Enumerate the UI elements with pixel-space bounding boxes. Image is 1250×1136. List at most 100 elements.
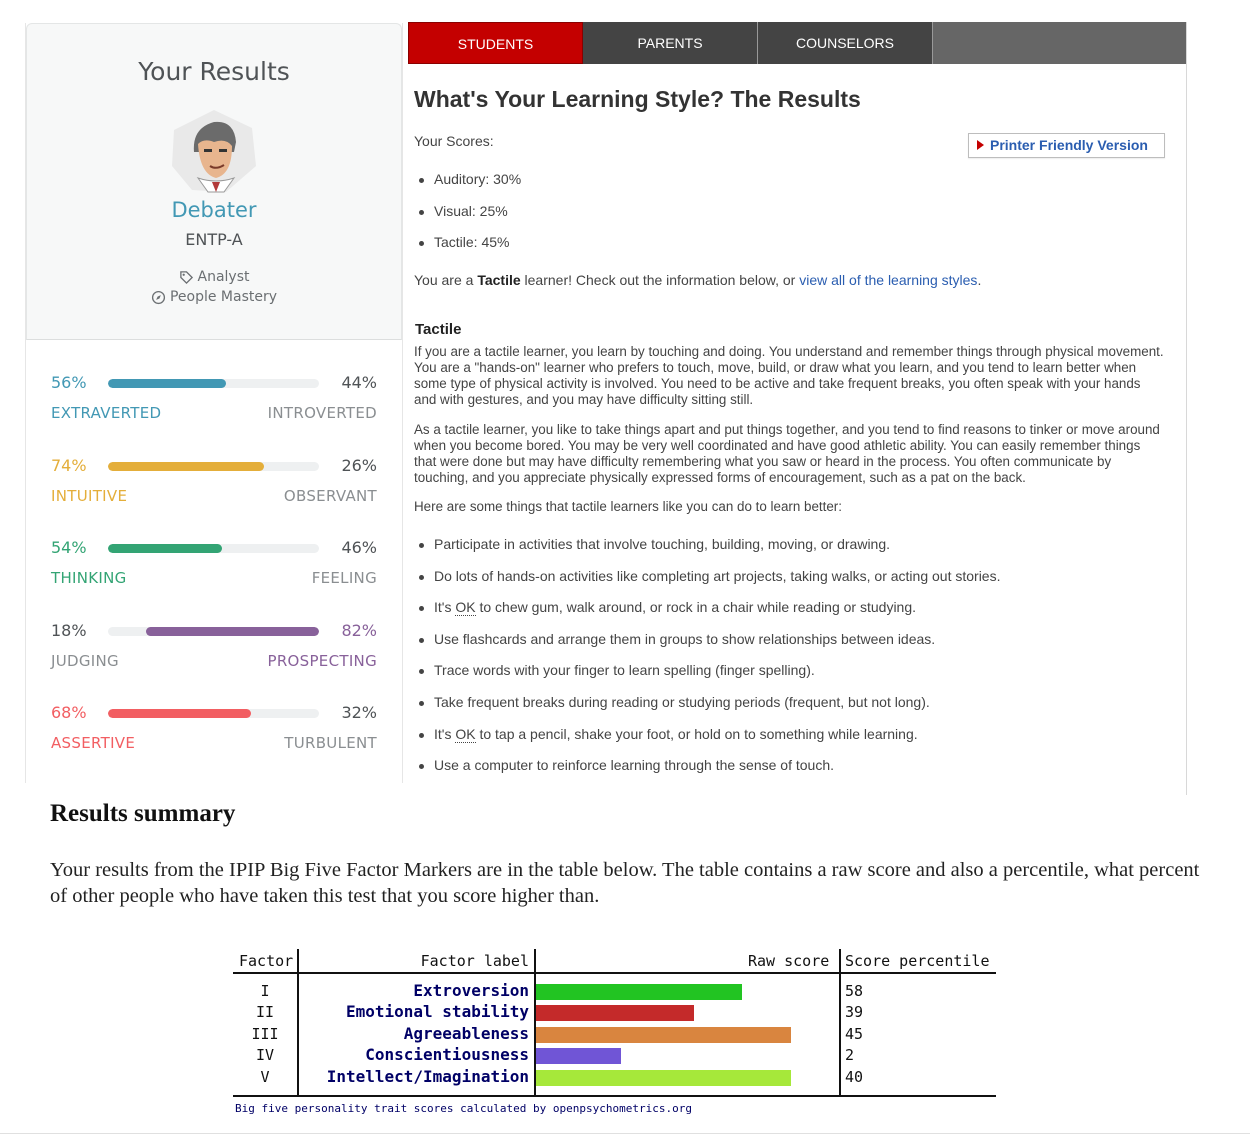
list-item: Trace words with your finger to learn sp… (418, 662, 1000, 694)
raw-score-bar (536, 1026, 791, 1043)
description-paragraph: As a tactile learner, you like to take t… (414, 422, 1160, 485)
trait-row: 68% 32% ASSERTIVE TURBULENT (51, 670, 377, 753)
trait-bar-fill (108, 544, 222, 553)
role-label: Analyst (197, 269, 250, 285)
column-header-raw-score: Raw score (748, 952, 830, 970)
learning-style-panel: STUDENTS PARENTS COUNSELORS What's Your … (408, 22, 1187, 795)
printer-friendly-label: Printer Friendly Version (990, 137, 1148, 153)
ok-abbreviation: OK (455, 725, 476, 743)
big-five-factor-table: Factor Factor label Raw score Score perc… (233, 949, 996, 1119)
factor-label: Intellect/Imagination (326, 1066, 529, 1086)
scores-label: Your Scores: (414, 133, 494, 149)
score-list: Auditory: 30% Visual: 25% Tactile: 45% (418, 171, 521, 266)
tab-counselors[interactable]: COUNSELORS (758, 22, 933, 64)
score-percentile: 39 (845, 1003, 864, 1022)
factor-number: II (255, 1003, 275, 1022)
trait-left-percent: 54% (51, 538, 87, 557)
strategy-label: People Mastery (169, 289, 278, 305)
raw-score-bar (536, 984, 742, 1000)
trait-right-label: TURBULENT (284, 734, 377, 752)
trait-bar-track (108, 379, 319, 388)
chart-footnote: Big five personality trait scores calcul… (235, 1102, 692, 1115)
trait-row: 18% 82% JUDGING PROSPECTING (51, 588, 377, 671)
list-item: Do lots of hands-on activities like comp… (418, 568, 1000, 600)
score-percentile: 40 (845, 1067, 864, 1086)
strategy-row: People Mastery (27, 289, 401, 305)
trait-row: 74% 26% INTUITIVE OBSERVANT (51, 423, 377, 506)
ok-abbreviation: OK (455, 599, 476, 617)
profile-header: Your Results Debater ENTP-A Analyst Peop… (26, 23, 402, 340)
trait-left-label: INTUITIVE (51, 486, 128, 505)
learner-suffix: . (977, 272, 982, 288)
learner-type: Tactile (477, 272, 521, 288)
trait-bar-track (108, 461, 319, 471)
tip-text: It's (434, 725, 456, 742)
tab-parents[interactable]: PARENTS (583, 22, 758, 64)
factor-number: I (260, 982, 270, 1000)
list-item: Tactile: 45% (418, 234, 521, 266)
tip-text: to chew gum, walk around, or rock in a c… (475, 599, 917, 616)
list-item: Visual: 25% (418, 203, 521, 235)
tab-students[interactable]: STUDENTS (408, 22, 583, 64)
tab-bar-filler (933, 22, 1186, 64)
trait-left-label: EXTRAVERTED (51, 404, 162, 422)
trait-right-label: PROSPECTING (267, 651, 377, 670)
list-item: It's OK to chew gum, walk around, or roc… (418, 599, 1000, 631)
list-item: Auditory: 30% (418, 171, 521, 203)
page-title: What's Your Learning Style? The Results (414, 86, 861, 112)
tips-intro: Here are some things that tactile learne… (414, 499, 842, 514)
section-heading: Tactile (415, 321, 462, 338)
score-percentile: 58 (845, 982, 864, 1000)
factor-number: V (260, 1067, 270, 1086)
trait-left-percent: 68% (51, 703, 87, 722)
results-heading: Your Results (138, 57, 290, 86)
trait-left-percent: 74% (51, 455, 87, 475)
view-all-styles-link[interactable]: view all of the learning styles (799, 272, 977, 288)
raw-score-bar (536, 1048, 621, 1065)
column-header-percentile: Score percentile (845, 952, 990, 970)
score-percentile: 45 (845, 1024, 864, 1043)
trait-left-label: JUDGING (51, 651, 119, 670)
list-item: Participate in activities that involve t… (418, 536, 1000, 568)
printer-friendly-button[interactable]: Printer Friendly Version (968, 133, 1165, 158)
trait-bar-track (108, 544, 319, 553)
score-percentile: 2 (845, 1046, 855, 1065)
raw-score-bar (536, 1069, 791, 1086)
trait-bar-fill (145, 626, 319, 636)
trait-left-label: THINKING (51, 569, 127, 587)
factor-label: Emotional stability (345, 1002, 529, 1022)
tag-icon (179, 270, 193, 284)
learner-prefix: You are a (414, 272, 478, 288)
tip-text: It's (434, 599, 456, 616)
personality-type-name: Debater (171, 198, 257, 222)
trait-bar-track (108, 626, 319, 636)
description-paragraph: If you are a tactile learner, you learn … (414, 344, 1164, 407)
trait-left-percent: 18% (51, 620, 87, 640)
trait-left-percent: 56% (51, 373, 87, 392)
trait-right-percent: 82% (341, 620, 377, 640)
column-divider (297, 949, 299, 1097)
personality-results-card: Your Results Debater ENTP-A Analyst Peop… (25, 23, 403, 783)
column-header-factor-label: Factor label (420, 952, 529, 970)
trait-row: 56% 44% EXTRAVERTED INTROVERTED (51, 340, 377, 423)
list-item: Use a computer to reinforce learning thr… (418, 757, 1000, 789)
trait-right-label: INTROVERTED (267, 404, 377, 422)
factor-label: Conscientiousness (365, 1045, 529, 1065)
tips-list: Participate in activities that involve t… (418, 536, 1000, 789)
header-rule (233, 972, 996, 974)
trait-list: 56% 44% EXTRAVERTED INTROVERTED 74% 26% … (26, 340, 402, 753)
audience-tabs: STUDENTS PARENTS COUNSELORS (408, 22, 1186, 64)
list-item: Take frequent breaks during reading or s… (418, 694, 1000, 726)
column-divider (839, 949, 841, 1097)
learner-middle: learner! Check out the information below… (520, 272, 800, 288)
trait-right-percent: 46% (341, 538, 377, 557)
trait-row: 54% 46% THINKING FEELING (51, 505, 377, 588)
page-bottom-divider (0, 1133, 1250, 1134)
trait-right-label: FEELING (311, 569, 377, 587)
compass-icon (151, 290, 166, 304)
factor-label: Agreeableness (403, 1023, 529, 1043)
factor-number: IV (255, 1046, 275, 1065)
trait-left-label: ASSERTIVE (51, 734, 136, 752)
factor-label: Extroversion (413, 981, 529, 1000)
summary-text: Your results from the IPIP Big Five Fact… (50, 859, 1200, 907)
